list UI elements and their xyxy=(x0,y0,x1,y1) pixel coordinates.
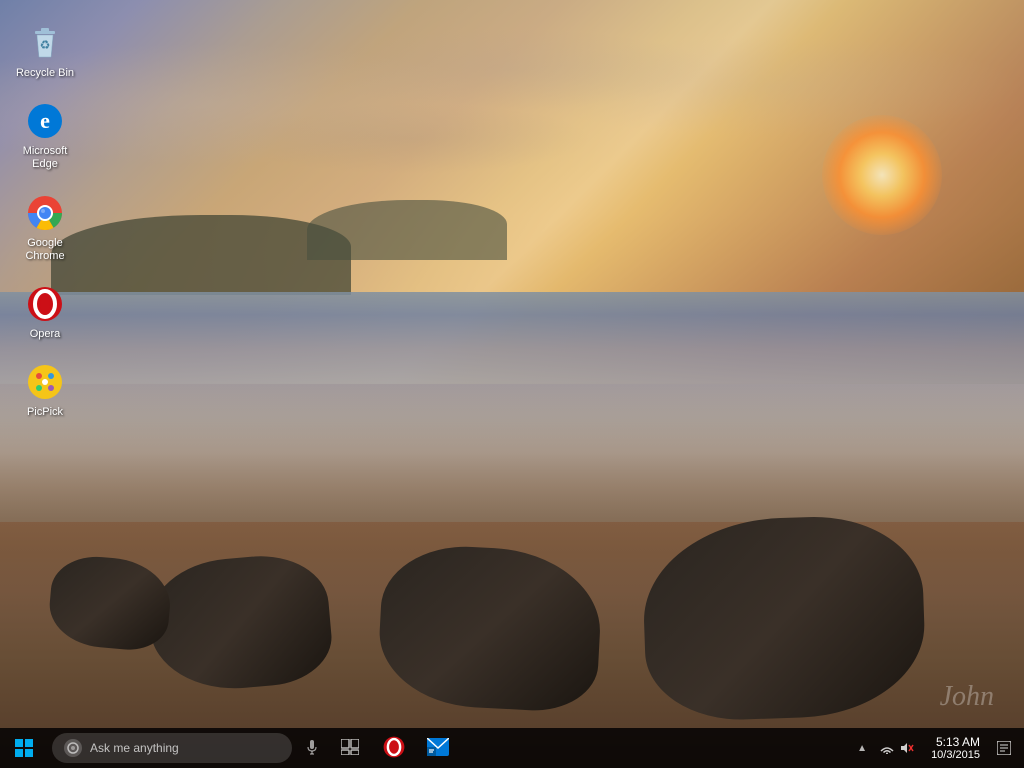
notification-icon xyxy=(997,741,1011,755)
opera-image xyxy=(25,284,65,324)
picpick-svg xyxy=(27,364,63,400)
clock-date: 10/3/2015 xyxy=(931,749,980,761)
start-icon xyxy=(15,739,33,757)
microsoft-edge-icon[interactable]: e Microsoft Edge xyxy=(5,93,85,179)
recycle-bin-icon[interactable]: ♻ Recycle Bin xyxy=(5,15,85,88)
clock-display[interactable]: 5:13 AM 10/3/2015 xyxy=(923,735,988,761)
taskbar-opera-icon xyxy=(383,736,405,758)
picpick-image xyxy=(25,362,65,402)
clock-time: 5:13 AM xyxy=(936,735,980,749)
network-icon xyxy=(880,742,894,754)
cortana-circle xyxy=(64,739,82,757)
chrome-image xyxy=(25,193,65,233)
taskbar-mail-button[interactable] xyxy=(416,728,460,768)
svg-text:♻: ♻ xyxy=(40,38,51,52)
picpick-label: PicPick xyxy=(27,406,63,419)
microphone-button[interactable] xyxy=(296,732,328,764)
hill-right xyxy=(307,200,507,260)
picpick-icon[interactable]: PicPick xyxy=(5,354,85,427)
task-view-icon xyxy=(341,739,359,755)
desktop: John ♻ Recycle Bin xyxy=(0,0,1024,768)
action-center-button[interactable] xyxy=(988,728,1020,768)
edge-image: e xyxy=(25,101,65,141)
svg-text:e: e xyxy=(40,108,50,133)
edge-svg: e xyxy=(27,103,63,139)
opera-label: Opera xyxy=(30,328,61,341)
tray-icons-container xyxy=(871,740,923,756)
opera-icon[interactable]: Opera xyxy=(5,276,85,349)
task-view-button[interactable] xyxy=(328,728,372,768)
microphone-icon xyxy=(306,740,318,756)
recycle-bin-label: Recycle Bin xyxy=(16,67,74,80)
recycle-bin-image: ♻ xyxy=(25,23,65,63)
search-placeholder: Ask me anything xyxy=(90,741,179,755)
chrome-svg xyxy=(27,195,63,231)
system-tray: ▲ xyxy=(853,728,1024,768)
speaker-muted-icon xyxy=(900,742,914,754)
start-button[interactable] xyxy=(0,728,48,768)
taskbar-mail-icon xyxy=(427,738,449,756)
chrome-label: Google Chrome xyxy=(10,237,80,263)
network-tray-icon[interactable] xyxy=(879,740,895,756)
cortana-icon xyxy=(67,742,79,754)
taskbar-opera-button[interactable] xyxy=(372,728,416,768)
desktop-icons-container: ♻ Recycle Bin e Microsoft Edge xyxy=(0,10,90,432)
search-bar[interactable]: Ask me anything xyxy=(52,733,292,763)
sound-tray-icon[interactable] xyxy=(899,740,915,756)
taskbar: Ask me anything xyxy=(0,728,1024,768)
google-chrome-icon[interactable]: Google Chrome xyxy=(5,185,85,271)
hill-left xyxy=(51,215,351,295)
recycle-bin-svg: ♻ xyxy=(27,25,63,61)
edge-label: Microsoft Edge xyxy=(10,145,80,171)
tray-expand-button[interactable]: ▲ xyxy=(853,743,871,754)
opera-svg xyxy=(27,286,63,322)
